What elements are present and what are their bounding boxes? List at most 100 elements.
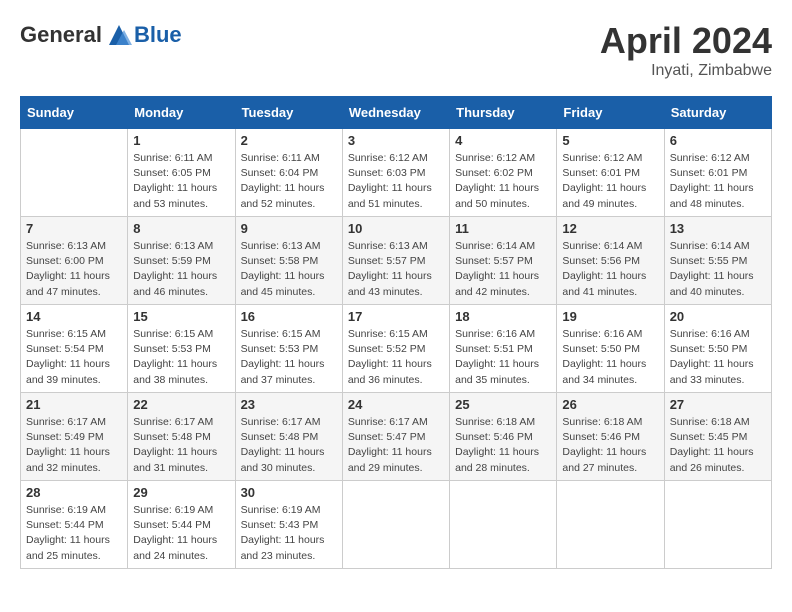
calendar-cell: 26Sunrise: 6:18 AM Sunset: 5:46 PM Dayli… [557, 393, 664, 481]
day-number: 13 [670, 221, 766, 236]
header-row: SundayMondayTuesdayWednesdayThursdayFrid… [21, 97, 772, 129]
calendar-cell: 4 Sunrise: 6:12 AM Sunset: 6:02 PM Daylig… [450, 129, 557, 217]
calendar-cell: 1 Sunrise: 6:11 AM Sunset: 6:05 PM Daylig… [128, 129, 235, 217]
calendar-cell: 12 Sunrise: 6:14 AM Sunset: 5:56 PM Dayli… [557, 217, 664, 305]
day-info: Sunrise: 6:15 AM Sunset: 5:52 PM Dayligh… [348, 327, 444, 388]
day-number: 16 [241, 309, 337, 324]
day-number: 14 [26, 309, 122, 324]
calendar-week-row: 7 Sunrise: 6:13 AM Sunset: 6:00 PM Daylig… [21, 217, 772, 305]
day-info: Sunrise: 6:12 AM Sunset: 6:01 PM Dayligh… [562, 151, 658, 212]
day-number: 12 [562, 221, 658, 236]
day-number: 1 [133, 133, 229, 148]
day-number: 11 [455, 221, 551, 236]
day-info: Sunrise: 6:14 AM Sunset: 5:55 PM Dayligh… [670, 239, 766, 300]
day-info: Sunrise: 6:15 AM Sunset: 5:54 PM Dayligh… [26, 327, 122, 388]
calendar-cell: 2Sunrise: 6:11 AM Sunset: 6:04 PM Daylig… [235, 129, 342, 217]
column-header-saturday: Saturday [664, 97, 771, 129]
location: Inyati, Zimbabwe [600, 62, 772, 80]
day-number: 19 [562, 309, 658, 324]
calendar-week-row: 28 Sunrise: 6:19 AM Sunset: 5:44 PM Dayli… [21, 481, 772, 569]
day-info: Sunrise: 6:17 AM Sunset: 5:47 PM Dayligh… [348, 415, 444, 476]
day-number: 30 [241, 485, 337, 500]
column-header-friday: Friday [557, 97, 664, 129]
calendar-cell: 18 Sunrise: 6:16 AM Sunset: 5:51 PM Dayli… [450, 305, 557, 393]
day-info: Sunrise: 6:15 AM Sunset: 5:53 PM Dayligh… [241, 327, 337, 388]
calendar-cell: 17 Sunrise: 6:15 AM Sunset: 5:52 PM Dayli… [342, 305, 449, 393]
day-info: Sunrise: 6:11 AM Sunset: 6:05 PM Dayligh… [133, 151, 229, 212]
day-number: 28 [26, 485, 122, 500]
column-header-thursday: Thursday [450, 97, 557, 129]
calendar-cell: 6Sunrise: 6:12 AM Sunset: 6:01 PM Daylig… [664, 129, 771, 217]
calendar-cell [342, 481, 449, 569]
calendar-cell [557, 481, 664, 569]
calendar-cell: 28 Sunrise: 6:19 AM Sunset: 5:44 PM Dayli… [21, 481, 128, 569]
calendar-cell: 9 Sunrise: 6:13 AM Sunset: 5:58 PM Daylig… [235, 217, 342, 305]
column-header-wednesday: Wednesday [342, 97, 449, 129]
day-info: Sunrise: 6:12 AM Sunset: 6:02 PM Dayligh… [455, 151, 551, 212]
calendar-cell: 23Sunrise: 6:17 AM Sunset: 5:48 PM Dayli… [235, 393, 342, 481]
day-info: Sunrise: 6:16 AM Sunset: 5:50 PM Dayligh… [670, 327, 766, 388]
calendar-cell [450, 481, 557, 569]
column-header-sunday: Sunday [21, 97, 128, 129]
calendar-cell: 30 Sunrise: 6:19 AM Sunset: 5:43 PM Dayli… [235, 481, 342, 569]
logo-general: General [20, 22, 102, 48]
day-number: 24 [348, 397, 444, 412]
logo: General Blue [20, 20, 182, 50]
day-info: Sunrise: 6:14 AM Sunset: 5:57 PM Dayligh… [455, 239, 551, 300]
day-number: 8 [133, 221, 229, 236]
day-number: 10 [348, 221, 444, 236]
day-info: Sunrise: 6:18 AM Sunset: 5:46 PM Dayligh… [562, 415, 658, 476]
calendar-cell: 25Sunrise: 6:18 AM Sunset: 5:46 PM Dayli… [450, 393, 557, 481]
calendar-cell: 24 Sunrise: 6:17 AM Sunset: 5:47 PM Dayli… [342, 393, 449, 481]
calendar-cell [21, 129, 128, 217]
day-number: 15 [133, 309, 229, 324]
calendar-cell: 8 Sunrise: 6:13 AM Sunset: 5:59 PM Daylig… [128, 217, 235, 305]
calendar-cell: 20Sunrise: 6:16 AM Sunset: 5:50 PM Dayli… [664, 305, 771, 393]
day-info: Sunrise: 6:19 AM Sunset: 5:44 PM Dayligh… [26, 503, 122, 564]
calendar-cell: 21Sunrise: 6:17 AM Sunset: 5:49 PM Dayli… [21, 393, 128, 481]
calendar-cell: 13 Sunrise: 6:14 AM Sunset: 5:55 PM Dayli… [664, 217, 771, 305]
month-title: April 2024 [600, 20, 772, 62]
calendar-cell: 27Sunrise: 6:18 AM Sunset: 5:45 PM Dayli… [664, 393, 771, 481]
day-info: Sunrise: 6:17 AM Sunset: 5:49 PM Dayligh… [26, 415, 122, 476]
day-info: Sunrise: 6:13 AM Sunset: 6:00 PM Dayligh… [26, 239, 122, 300]
day-info: Sunrise: 6:13 AM Sunset: 5:57 PM Dayligh… [348, 239, 444, 300]
day-number: 6 [670, 133, 766, 148]
day-number: 18 [455, 309, 551, 324]
day-info: Sunrise: 6:19 AM Sunset: 5:43 PM Dayligh… [241, 503, 337, 564]
day-info: Sunrise: 6:16 AM Sunset: 5:51 PM Dayligh… [455, 327, 551, 388]
column-header-monday: Monday [128, 97, 235, 129]
day-info: Sunrise: 6:17 AM Sunset: 5:48 PM Dayligh… [133, 415, 229, 476]
day-number: 23 [241, 397, 337, 412]
day-info: Sunrise: 6:18 AM Sunset: 5:46 PM Dayligh… [455, 415, 551, 476]
day-number: 22 [133, 397, 229, 412]
calendar-cell: 14 Sunrise: 6:15 AM Sunset: 5:54 PM Dayli… [21, 305, 128, 393]
day-info: Sunrise: 6:16 AM Sunset: 5:50 PM Dayligh… [562, 327, 658, 388]
calendar-cell: 22 Sunrise: 6:17 AM Sunset: 5:48 PM Dayli… [128, 393, 235, 481]
calendar-cell: 7 Sunrise: 6:13 AM Sunset: 6:00 PM Daylig… [21, 217, 128, 305]
day-number: 4 [455, 133, 551, 148]
calendar-cell: 10 Sunrise: 6:13 AM Sunset: 5:57 PM Dayli… [342, 217, 449, 305]
calendar-cell: 5 Sunrise: 6:12 AM Sunset: 6:01 PM Daylig… [557, 129, 664, 217]
calendar-cell: 11 Sunrise: 6:14 AM Sunset: 5:57 PM Dayli… [450, 217, 557, 305]
calendar-cell [664, 481, 771, 569]
logo-icon [104, 20, 134, 50]
day-number: 9 [241, 221, 337, 236]
calendar-cell: 29Sunrise: 6:19 AM Sunset: 5:44 PM Dayli… [128, 481, 235, 569]
calendar-week-row: 1 Sunrise: 6:11 AM Sunset: 6:05 PM Daylig… [21, 129, 772, 217]
day-number: 17 [348, 309, 444, 324]
calendar-cell: 3 Sunrise: 6:12 AM Sunset: 6:03 PM Daylig… [342, 129, 449, 217]
calendar-cell: 16 Sunrise: 6:15 AM Sunset: 5:53 PM Dayli… [235, 305, 342, 393]
calendar-week-row: 14 Sunrise: 6:15 AM Sunset: 5:54 PM Dayli… [21, 305, 772, 393]
day-number: 3 [348, 133, 444, 148]
day-info: Sunrise: 6:13 AM Sunset: 5:58 PM Dayligh… [241, 239, 337, 300]
day-number: 29 [133, 485, 229, 500]
day-number: 5 [562, 133, 658, 148]
day-info: Sunrise: 6:13 AM Sunset: 5:59 PM Dayligh… [133, 239, 229, 300]
day-info: Sunrise: 6:18 AM Sunset: 5:45 PM Dayligh… [670, 415, 766, 476]
day-number: 7 [26, 221, 122, 236]
calendar-table: SundayMondayTuesdayWednesdayThursdayFrid… [20, 96, 772, 569]
day-info: Sunrise: 6:14 AM Sunset: 5:56 PM Dayligh… [562, 239, 658, 300]
day-info: Sunrise: 6:12 AM Sunset: 6:03 PM Dayligh… [348, 151, 444, 212]
day-info: Sunrise: 6:15 AM Sunset: 5:53 PM Dayligh… [133, 327, 229, 388]
